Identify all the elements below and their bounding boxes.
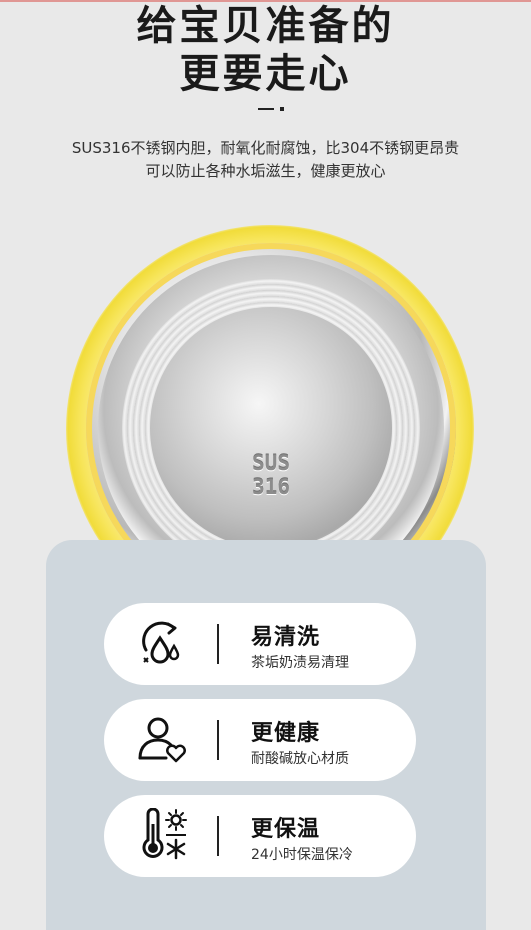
subtitle-line-2: 可以防止各种水垢滋生，健康更放心	[145, 162, 386, 180]
subtitle-line-1: SUS316不锈钢内胆，耐氧化耐腐蚀，比304不锈钢更昂贵	[71, 139, 460, 157]
feature-title: 更保温	[251, 817, 321, 842]
person-heart-icon	[138, 717, 186, 763]
feature-desc: 耐酸碱放心材质	[251, 751, 349, 767]
feature-separator	[217, 816, 219, 856]
thermometer-sun-snow-icon	[142, 808, 187, 860]
sus316-engraving: SUS 316	[236, 451, 306, 499]
divider-dash	[258, 108, 274, 110]
feature-separator	[217, 624, 219, 664]
cup-inner-wall	[150, 307, 392, 545]
feature-separator	[217, 720, 219, 760]
feature-title: 更健康	[251, 721, 321, 746]
water-drop-cycle-icon	[142, 621, 180, 664]
divider-dot	[280, 107, 284, 111]
engraving-line-2: 316	[252, 475, 290, 499]
headline-line-1: 给宝贝准备的	[136, 3, 395, 49]
feature-title: 易清洗	[251, 625, 321, 650]
engraving-line-1: SUS	[252, 451, 290, 475]
headline-line-2: 更要走心	[179, 51, 352, 97]
feature-desc: 茶垢奶渍易清理	[251, 655, 349, 671]
cup-illustration: SUS 316	[0, 215, 531, 545]
feature-desc: 24小时保温保冷	[251, 847, 353, 863]
